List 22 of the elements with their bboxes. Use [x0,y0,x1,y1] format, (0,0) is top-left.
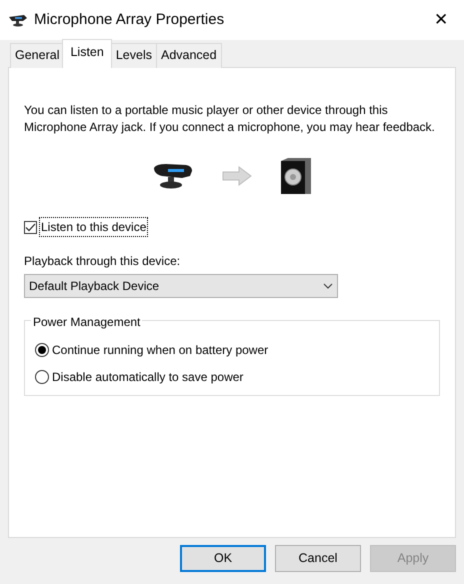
radio-button[interactable] [35,370,49,384]
close-button[interactable]: ✕ [418,0,464,40]
dropdown[interactable]: Default Playback Device [24,274,338,298]
tab[interactable]: Advanced [156,43,222,68]
field-label: Playback through this device: [24,253,182,270]
microphone-array-icon [152,162,194,190]
dialog-button[interactable]: Cancel [275,545,361,572]
window-title: Microphone Array Properties [34,10,224,30]
radio-label[interactable]: Continue running when on battery power [52,341,268,359]
speaker-icon [280,157,312,195]
checkbox-label[interactable]: Listen to this device [40,218,148,236]
description-text: You can listen to a portable music player or other device through this Microphone Array jack. If you connect a microphone, you may hear feedback. [24,102,436,136]
radio-button[interactable] [35,343,49,357]
chevron-down-icon [323,283,333,289]
tab[interactable]: Levels [110,43,157,68]
tab[interactable]: General [10,43,64,68]
radio-label[interactable]: Disable automatically to save power [52,368,244,386]
microphone-icon [8,13,28,27]
arrow-icon [222,166,252,186]
checkbox[interactable] [24,220,37,234]
tab[interactable]: Listen [62,39,112,68]
dialog-button[interactable]: OK [180,545,266,572]
